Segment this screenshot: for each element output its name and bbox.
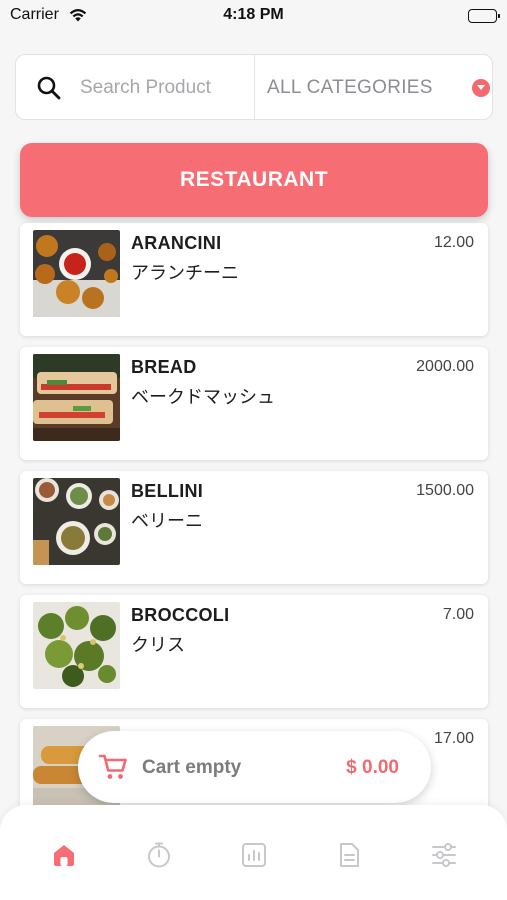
tab-orders[interactable] <box>335 841 363 869</box>
home-icon <box>54 845 74 866</box>
product-card[interactable]: BROCCOLI クリス 7.00 <box>20 595 488 708</box>
product-subtitle: ベークドマッシュ <box>131 387 275 408</box>
clock: 4:18 PM <box>223 6 284 23</box>
tab-timer[interactable] <box>145 841 173 869</box>
status-bar: Carrier 4:18 PM <box>0 0 507 32</box>
tab-reports[interactable] <box>240 841 268 869</box>
search-input[interactable] <box>80 71 250 105</box>
restaurant-button[interactable]: RESTAURANT <box>20 143 488 217</box>
search-divider <box>254 55 255 119</box>
product-price: 2000.00 <box>416 358 474 375</box>
product-name: BROCCOLI <box>131 605 230 625</box>
cart-button[interactable]: Cart empty $ 0.00 <box>78 731 431 803</box>
product-subtitle: ベリーニ <box>131 511 203 532</box>
search-bar: ALL CATEGORIES <box>15 54 493 120</box>
cart-icon <box>98 753 128 786</box>
product-subtitle: アランチーニ <box>131 263 239 284</box>
product-name: BREAD <box>131 357 197 377</box>
arancini-image <box>33 230 120 317</box>
search-icon <box>36 75 62 106</box>
product-name: ARANCINI <box>131 233 222 253</box>
product-card[interactable]: BELLINI ベリーニ 1500.00 <box>20 471 488 584</box>
product-subtitle: クリス <box>131 635 185 656</box>
document-icon <box>340 843 359 867</box>
chart-icon <box>242 843 266 867</box>
product-name: BELLINI <box>131 481 204 501</box>
bread-image <box>33 354 120 441</box>
bellini-image <box>33 478 120 565</box>
product-price: 12.00 <box>433 234 474 251</box>
product-price: 17.00 <box>433 730 474 747</box>
tab-settings[interactable] <box>430 841 458 869</box>
product-card[interactable]: ARANCINI アランチーニ 12.00 <box>20 223 488 336</box>
product-price: 1500.00 <box>416 482 474 499</box>
product-price: 7.00 <box>442 606 474 623</box>
cart-total: $ 0.00 <box>346 757 399 778</box>
tab-home[interactable] <box>50 841 78 869</box>
broccoli-image <box>33 602 120 689</box>
timer-icon <box>148 842 170 868</box>
sliders-icon <box>432 843 456 867</box>
product-card[interactable]: BREAD ベークドマッシュ 2000.00 <box>20 347 488 460</box>
bottom-tab-bar <box>0 805 507 900</box>
category-dropdown[interactable]: ALL CATEGORIES <box>256 55 492 119</box>
battery-icon <box>468 9 500 23</box>
category-dropdown-label: ALL CATEGORIES <box>267 77 433 98</box>
cart-status-label: Cart empty <box>142 757 242 778</box>
chevron-down-icon <box>472 79 490 97</box>
